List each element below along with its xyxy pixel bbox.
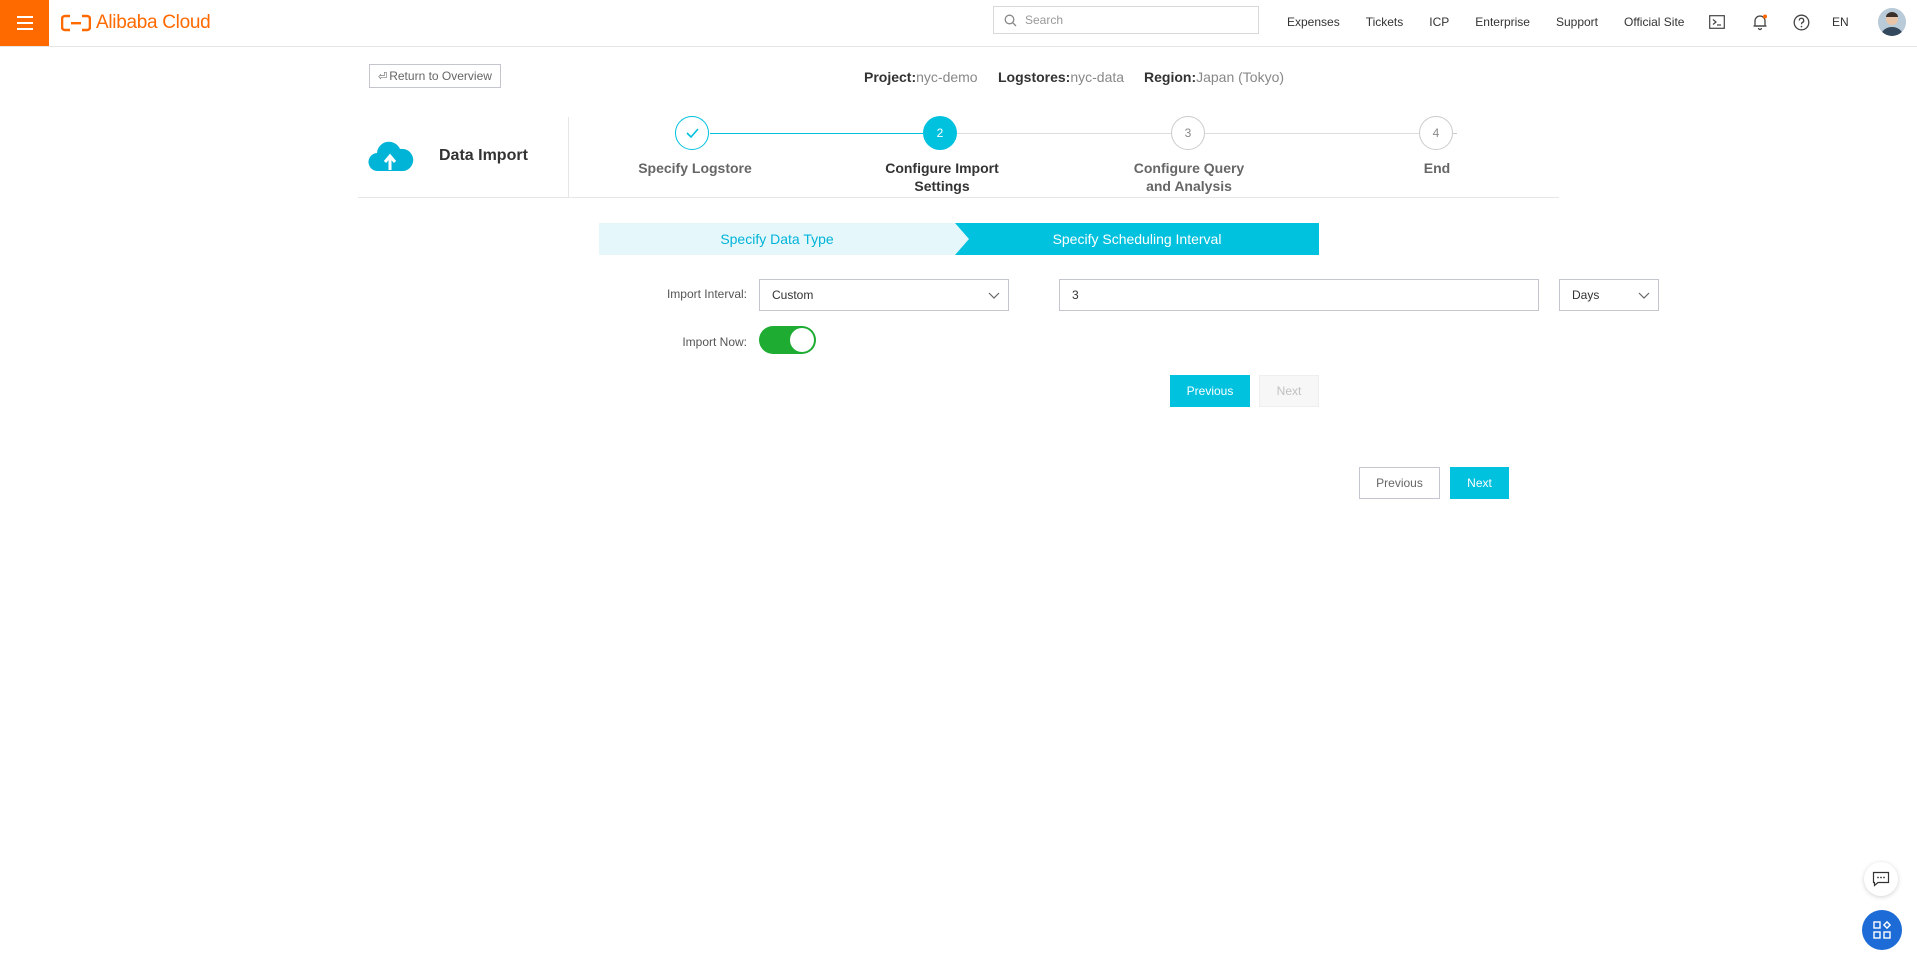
cloud-upload-icon bbox=[368, 141, 414, 172]
step-4-circle: 4 bbox=[1419, 116, 1453, 150]
search-box[interactable] bbox=[993, 6, 1259, 34]
divider bbox=[568, 117, 569, 197]
help-icon[interactable] bbox=[1791, 12, 1811, 32]
next-button[interactable]: Next bbox=[1450, 467, 1509, 499]
search-input[interactable] bbox=[1023, 12, 1247, 28]
step-1-circle bbox=[675, 116, 709, 150]
import-now-toggle[interactable] bbox=[759, 326, 816, 354]
region-value: Japan (Tokyo) bbox=[1196, 69, 1285, 85]
inner-next-button[interactable]: Next bbox=[1259, 375, 1319, 407]
brand-name: Alibaba Cloud bbox=[96, 12, 211, 33]
interval-mode-select[interactable]: Custom bbox=[759, 279, 1009, 311]
region-label: Region: bbox=[1144, 69, 1197, 85]
logstores-label: Logstores: bbox=[998, 69, 1071, 85]
brand-logo[interactable]: Alibaba Cloud bbox=[61, 10, 211, 36]
step-2-label-line1: Configure Import bbox=[885, 160, 999, 176]
interval-mode-value: Custom bbox=[772, 288, 814, 302]
check-icon bbox=[685, 128, 699, 138]
step-2-label: Configure Import Settings bbox=[862, 159, 1022, 195]
nav-link-enterprise[interactable]: Enterprise bbox=[1475, 15, 1530, 29]
logstores-value: nyc-data bbox=[1070, 69, 1125, 85]
user-avatar[interactable] bbox=[1878, 8, 1906, 36]
substep-specify-scheduling-interval[interactable]: Specify Scheduling Interval bbox=[955, 223, 1319, 255]
top-nav-links: Expenses Tickets ICP Enterprise Support … bbox=[1287, 0, 1710, 44]
interval-value-input[interactable] bbox=[1059, 279, 1539, 311]
nav-link-tickets[interactable]: Tickets bbox=[1366, 15, 1404, 29]
step-2-label-line2: Settings bbox=[914, 178, 970, 194]
interval-unit-select[interactable]: Days bbox=[1559, 279, 1659, 311]
step-1-label: Specify Logstore bbox=[615, 159, 775, 177]
step-1-label-line1: Specify Logstore bbox=[638, 160, 752, 176]
chat-feedback-button[interactable] bbox=[1864, 862, 1898, 896]
quick-apps-button[interactable] bbox=[1862, 910, 1902, 950]
project-value: nyc-demo bbox=[916, 69, 978, 85]
chat-icon bbox=[1872, 871, 1890, 887]
bell-icon[interactable] bbox=[1750, 12, 1770, 32]
nav-link-official-site[interactable]: Official Site bbox=[1624, 15, 1684, 29]
chevron-down-icon bbox=[1638, 292, 1650, 299]
step-4-label-line1: End bbox=[1423, 160, 1451, 176]
substep-specify-data-type[interactable]: Specify Data Type bbox=[599, 223, 955, 255]
hamburger-menu-icon[interactable] bbox=[0, 0, 49, 46]
terminal-icon[interactable] bbox=[1707, 12, 1727, 32]
top-navbar: Alibaba Cloud Expenses Tickets ICP Enter… bbox=[0, 0, 1917, 47]
search-icon bbox=[1004, 14, 1017, 26]
apps-icon bbox=[1873, 920, 1892, 939]
inner-previous-button[interactable]: Previous bbox=[1170, 375, 1250, 407]
return-icon: ⏎ bbox=[378, 70, 388, 83]
return-label: Return to Overview bbox=[389, 69, 492, 83]
interval-unit-value: Days bbox=[1572, 288, 1600, 302]
import-interval-label: Import Interval: bbox=[666, 287, 747, 301]
nav-link-support[interactable]: Support bbox=[1556, 15, 1598, 29]
logstores-info: Logstores:nyc-data bbox=[998, 69, 1124, 85]
step-connector bbox=[957, 133, 1171, 134]
step-connector-tail bbox=[1453, 133, 1457, 134]
nav-link-icp[interactable]: ICP bbox=[1429, 15, 1449, 29]
step-3-label-line1: Configure Query bbox=[1133, 160, 1245, 176]
nav-link-expenses[interactable]: Expenses bbox=[1287, 15, 1340, 29]
toggle-knob bbox=[790, 328, 814, 352]
step-4-label: End bbox=[1357, 159, 1517, 177]
return-to-overview-button[interactable]: ⏎ Return to Overview bbox=[369, 64, 501, 88]
language-switcher[interactable]: EN bbox=[1832, 15, 1849, 29]
alibaba-cloud-logo-icon bbox=[61, 14, 91, 32]
step-connector-done bbox=[710, 133, 923, 134]
previous-button[interactable]: Previous bbox=[1359, 467, 1440, 499]
project-label: Project: bbox=[864, 69, 917, 85]
substep-arrow bbox=[955, 223, 969, 255]
step-3-label: Configure Query and Analysis bbox=[1109, 159, 1269, 195]
project-info: Project:nyc-demo bbox=[864, 69, 978, 85]
import-now-label: Import Now: bbox=[682, 335, 747, 349]
region-info: Region:Japan (Tokyo) bbox=[1144, 69, 1284, 85]
wizard-title: Data Import bbox=[439, 147, 528, 164]
step-connector bbox=[1205, 133, 1419, 134]
step-2-circle: 2 bbox=[923, 116, 957, 150]
step-3-label-line2: and Analysis bbox=[1146, 178, 1232, 194]
step-3-circle: 3 bbox=[1171, 116, 1205, 150]
chevron-down-icon bbox=[988, 292, 1000, 299]
